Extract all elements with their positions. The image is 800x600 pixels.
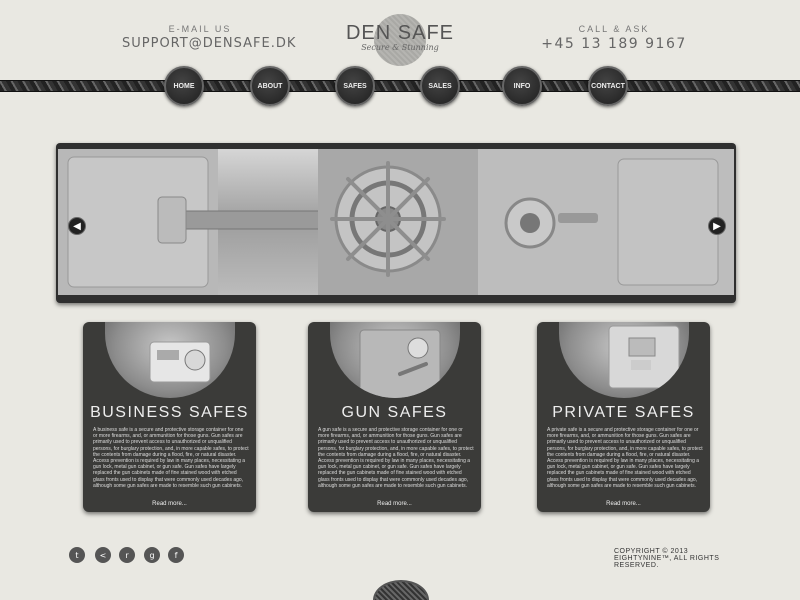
email-link[interactable]: SUPPORT@DENSAFE.DK [122, 36, 295, 51]
gun-safe-image [330, 322, 460, 398]
vault-illustration [58, 149, 734, 295]
copyright-line: EIGHTYNINE™, ALL RIGHTS [614, 555, 720, 562]
card-description: A private safe is a secure and protectiv… [547, 427, 703, 489]
twitter-icon: t [75, 550, 79, 560]
private-safe-illustration [608, 325, 680, 389]
chevron-left-icon: ◀ [73, 220, 81, 232]
google-plus-icon: g [149, 550, 155, 560]
site-logo[interactable]: DEN SAFE Secure & Stunning [336, 12, 464, 66]
card-business-safes: BUSINESS SAFES A business safe is a secu… [83, 322, 256, 512]
hero-banner [56, 143, 736, 303]
chevron-right-icon: ▶ [713, 220, 721, 232]
email-label: E-MAIL US [168, 24, 232, 34]
vault-door-image [58, 149, 734, 295]
nav-rope [0, 80, 800, 92]
card-title: BUSINESS SAFES [90, 404, 249, 421]
card-gun-safes: GUN SAFES A gun safe is a secure and pro… [308, 322, 481, 512]
nav-contact[interactable]: CONTACT [588, 66, 628, 106]
phone-label: CALL & ASK [578, 24, 650, 34]
nav-home[interactable]: HOME [164, 66, 204, 106]
card-description: A gun safe is a secure and protective st… [318, 427, 474, 489]
card-description: A business safe is a secure and protecti… [93, 427, 249, 489]
card-title: PRIVATE SAFES [552, 404, 695, 421]
email-contact: E-MAIL US SUPPORT@DENSAFE.DK [122, 24, 295, 51]
facebook-icon: f [174, 550, 178, 560]
nav-sales[interactable]: SALES [420, 66, 460, 106]
bottom-decoration [373, 580, 429, 600]
private-safe-image [559, 322, 689, 398]
twitter-button[interactable]: t [69, 547, 85, 563]
slider-next-button[interactable]: ▶ [708, 217, 726, 235]
copyright-notice: COPYRIGHT © 2013 EIGHTYNINE™, ALL RIGHTS… [614, 548, 734, 569]
read-more-link[interactable]: Read more... [308, 501, 481, 507]
rss-icon: r [125, 550, 129, 560]
business-safe-illustration [149, 341, 211, 383]
read-more-link[interactable]: Read more... [537, 501, 710, 507]
facebook-button[interactable]: f [168, 547, 184, 563]
nav-info[interactable]: INFO [502, 66, 542, 106]
card-title: GUN SAFES [341, 404, 448, 421]
nav-about[interactable]: ABOUT [250, 66, 290, 106]
copyright-line: COPYRIGHT © 2013 [614, 548, 689, 555]
rss-button[interactable]: r [119, 547, 135, 563]
slider-prev-button[interactable]: ◀ [68, 217, 86, 235]
logo-text: DEN SAFE [345, 22, 455, 44]
read-more-link[interactable]: Read more... [83, 501, 256, 507]
logo-tagline: Secure & Stunning [361, 43, 439, 52]
card-private-safes: PRIVATE SAFES A private safe is a secure… [537, 322, 710, 512]
phone-contact: CALL & ASK +45 13 189 9167 [536, 24, 692, 52]
phone-number[interactable]: +45 13 189 9167 [536, 36, 692, 52]
share-icon: < [99, 550, 107, 560]
business-safe-image [105, 322, 235, 398]
nav-safes[interactable]: SAFES [335, 66, 375, 106]
share-button[interactable]: < [95, 547, 111, 563]
google-plus-button[interactable]: g [144, 547, 160, 563]
gun-safe-illustration [359, 329, 441, 398]
copyright-line: RESERVED. [614, 562, 659, 569]
